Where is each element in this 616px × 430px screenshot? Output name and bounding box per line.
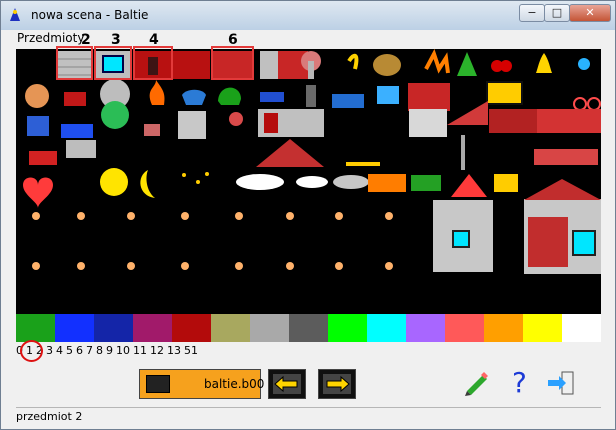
color-swatch[interactable] xyxy=(211,314,250,342)
color-swatch[interactable] xyxy=(406,314,445,342)
color-swatch[interactable] xyxy=(94,314,133,342)
bank-tab-8[interactable]: 8 xyxy=(96,344,103,357)
color-swatch[interactable] xyxy=(250,314,289,342)
previous-bank-button[interactable] xyxy=(268,369,306,399)
bank-tab-51[interactable]: 51 xyxy=(184,344,198,357)
file-selector-button[interactable]: baltie.b00 xyxy=(139,369,265,399)
bank-tab-10[interactable]: 10 xyxy=(116,344,130,357)
bank-tab-6[interactable]: 6 xyxy=(76,344,83,357)
bank-tab-5[interactable]: 5 xyxy=(66,344,73,357)
file-label: baltie.b00 xyxy=(204,377,265,391)
exit-icon[interactable] xyxy=(545,368,575,398)
next-bank-button[interactable] xyxy=(318,369,356,399)
bank-tab-9[interactable]: 9 xyxy=(106,344,113,357)
color-swatch[interactable] xyxy=(328,314,367,342)
objects-menu[interactable]: Przedmioty xyxy=(17,31,84,45)
color-swatch[interactable] xyxy=(562,314,601,342)
bank-tab-12[interactable]: 12 xyxy=(150,344,164,357)
highlight-6 xyxy=(211,46,254,80)
color-palette xyxy=(16,314,601,342)
color-swatch[interactable] xyxy=(523,314,562,342)
grid-icon xyxy=(146,375,170,393)
application-window: nowa scena - Baltie − □ ✕ Przedmioty 2 3… xyxy=(0,0,616,430)
bank-tab-4[interactable]: 4 xyxy=(56,344,63,357)
color-swatch[interactable] xyxy=(289,314,328,342)
arrow-right-icon xyxy=(323,374,351,394)
bank-tab-3[interactable]: 3 xyxy=(46,344,53,357)
status-bar: przedmiot 2 xyxy=(16,407,601,426)
color-swatch[interactable] xyxy=(55,314,94,342)
color-swatch[interactable] xyxy=(16,314,55,342)
bank-selector: 0 1 2 3 4 5 6 7 8 9 10 11 12 13 51 xyxy=(16,343,601,358)
svg-text:?: ? xyxy=(512,368,527,398)
highlight-3 xyxy=(94,46,132,80)
bank-tab-7[interactable]: 7 xyxy=(86,344,93,357)
scene-canvas[interactable] xyxy=(16,49,601,314)
color-swatch[interactable] xyxy=(172,314,211,342)
color-swatch[interactable] xyxy=(484,314,523,342)
arrow-left-icon xyxy=(273,374,301,394)
pencil-icon[interactable] xyxy=(461,368,491,398)
highlight-4 xyxy=(133,46,173,80)
scene-art xyxy=(16,49,601,314)
bottom-toolbar: baltie.b00 ? xyxy=(1,359,615,409)
help-icon[interactable]: ? xyxy=(504,368,534,398)
maximize-button[interactable]: □ xyxy=(544,4,570,22)
highlight-2 xyxy=(56,46,93,80)
baltie-app-icon xyxy=(10,8,20,21)
close-button[interactable]: ✕ xyxy=(569,4,611,22)
color-swatch[interactable] xyxy=(445,314,484,342)
window-title: nowa scena - Baltie xyxy=(31,8,149,22)
bank-tab-11[interactable]: 11 xyxy=(133,344,147,357)
color-swatch[interactable] xyxy=(367,314,406,342)
minimize-button[interactable]: − xyxy=(519,4,545,22)
bank-tab-13[interactable]: 13 xyxy=(167,344,181,357)
title-bar: nowa scena - Baltie − □ ✕ xyxy=(1,1,615,30)
color-swatch[interactable] xyxy=(133,314,172,342)
